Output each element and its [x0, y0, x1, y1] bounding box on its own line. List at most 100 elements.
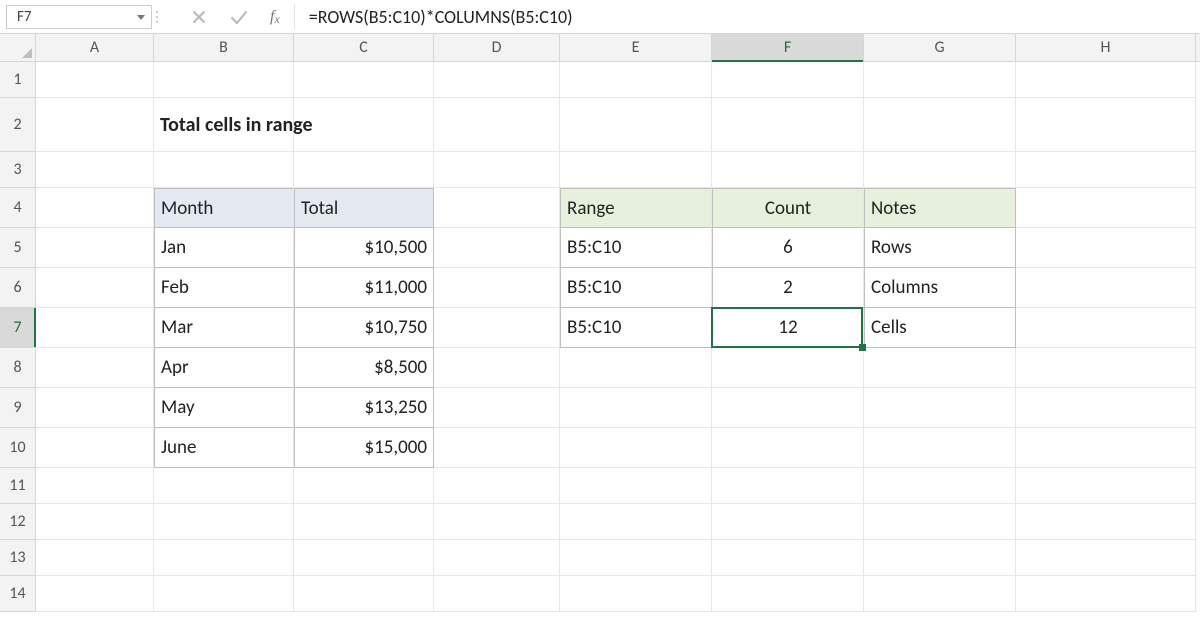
formula-input[interactable]: =ROWS(B5:C10)*COLUMNS(B5:C10) [295, 0, 1200, 33]
cell[interactable] [36, 468, 154, 504]
select-all-corner[interactable] [0, 34, 36, 62]
cell[interactable] [1016, 98, 1196, 152]
cell[interactable] [434, 62, 560, 98]
cell[interactable] [560, 540, 712, 576]
table1-cell[interactable]: May [154, 388, 294, 428]
row-header-6[interactable]: 6 [0, 268, 35, 308]
cell[interactable] [712, 98, 864, 152]
row-header-12[interactable]: 12 [0, 504, 35, 540]
table1-header-month[interactable]: Month [154, 188, 294, 228]
table1-cell[interactable]: $8,500 [294, 348, 434, 388]
cell[interactable] [864, 388, 1016, 428]
cell[interactable] [712, 576, 864, 612]
cell[interactable] [1016, 576, 1196, 612]
cell[interactable] [36, 576, 154, 612]
cell[interactable] [712, 468, 864, 504]
cell[interactable] [36, 268, 154, 308]
cell[interactable] [1016, 540, 1196, 576]
cell[interactable] [864, 62, 1016, 98]
cell[interactable] [36, 98, 154, 152]
row-header-5[interactable]: 5 [0, 228, 35, 268]
cell[interactable] [1016, 268, 1196, 308]
table2-cell[interactable]: Cells [864, 308, 1016, 348]
cell[interactable] [434, 428, 560, 468]
cell[interactable] [712, 504, 864, 540]
col-header-E[interactable]: E [560, 34, 712, 61]
cell[interactable] [1016, 428, 1196, 468]
cell[interactable] [864, 504, 1016, 540]
cell[interactable] [154, 540, 294, 576]
cell[interactable] [712, 540, 864, 576]
cell[interactable] [712, 388, 864, 428]
cell[interactable] [36, 62, 154, 98]
cell[interactable] [36, 152, 154, 188]
table1-cell[interactable]: June [154, 428, 294, 468]
cell[interactable] [434, 348, 560, 388]
table2-cell[interactable]: B5:C10 [560, 268, 712, 308]
cell[interactable] [154, 152, 294, 188]
cell[interactable] [294, 98, 434, 152]
cell[interactable] [434, 188, 560, 228]
cell[interactable] [36, 348, 154, 388]
table2-header-notes[interactable]: Notes [864, 188, 1016, 228]
cell[interactable] [1016, 388, 1196, 428]
cell[interactable] [434, 98, 560, 152]
table2-cell[interactable]: B5:C10 [560, 308, 712, 348]
cell[interactable] [434, 540, 560, 576]
cell[interactable] [434, 152, 560, 188]
cell[interactable] [154, 504, 294, 540]
col-header-A[interactable]: A [36, 34, 154, 61]
col-header-H[interactable]: H [1016, 34, 1196, 61]
table2-cell[interactable]: B5:C10 [560, 228, 712, 268]
cell[interactable] [1016, 308, 1196, 348]
cell[interactable] [434, 388, 560, 428]
cell[interactable] [560, 348, 712, 388]
cell[interactable] [560, 468, 712, 504]
cell[interactable] [294, 152, 434, 188]
table1-cell[interactable]: $10,750 [294, 308, 434, 348]
row-header-4[interactable]: 4 [0, 188, 35, 228]
fx-icon[interactable]: fx [270, 8, 280, 26]
cell[interactable] [1016, 504, 1196, 540]
row-header-1[interactable]: 1 [0, 62, 35, 98]
name-box[interactable]: F7 [6, 5, 152, 29]
page-title[interactable]: Total cells in range [154, 98, 294, 152]
table1-cell[interactable]: $11,000 [294, 268, 434, 308]
cell[interactable] [1016, 62, 1196, 98]
table1-cell[interactable]: $10,500 [294, 228, 434, 268]
row-header-11[interactable]: 11 [0, 468, 35, 504]
table1-cell[interactable]: $15,000 [294, 428, 434, 468]
row-header-14[interactable]: 14 [0, 576, 35, 612]
table1-cell[interactable]: $13,250 [294, 388, 434, 428]
table1-cell[interactable]: Mar [154, 308, 294, 348]
fill-handle[interactable] [859, 344, 866, 351]
cell[interactable] [434, 268, 560, 308]
enter-icon[interactable] [230, 8, 248, 26]
row-header-2[interactable]: 2 [0, 98, 35, 152]
cells-body[interactable]: Total cells in range Month Total Range [36, 62, 1200, 630]
row-header-9[interactable]: 9 [0, 388, 35, 428]
cell[interactable] [434, 308, 560, 348]
cell[interactable] [294, 576, 434, 612]
cell[interactable] [294, 540, 434, 576]
cell[interactable] [712, 428, 864, 468]
cell[interactable] [712, 62, 864, 98]
cancel-icon[interactable] [190, 8, 208, 26]
col-header-D[interactable]: D [434, 34, 560, 61]
cell[interactable] [560, 62, 712, 98]
cell[interactable] [864, 98, 1016, 152]
cell[interactable] [36, 308, 154, 348]
cell[interactable] [294, 468, 434, 504]
cell[interactable] [560, 98, 712, 152]
cell[interactable] [560, 504, 712, 540]
cell[interactable] [36, 504, 154, 540]
cell[interactable] [1016, 348, 1196, 388]
col-header-G[interactable]: G [864, 34, 1016, 61]
cell[interactable] [36, 428, 154, 468]
cell[interactable] [434, 576, 560, 612]
cell[interactable] [434, 504, 560, 540]
cell[interactable] [154, 468, 294, 504]
table2-cell[interactable]: 6 [712, 228, 864, 268]
cell[interactable] [1016, 152, 1196, 188]
cell[interactable] [434, 228, 560, 268]
